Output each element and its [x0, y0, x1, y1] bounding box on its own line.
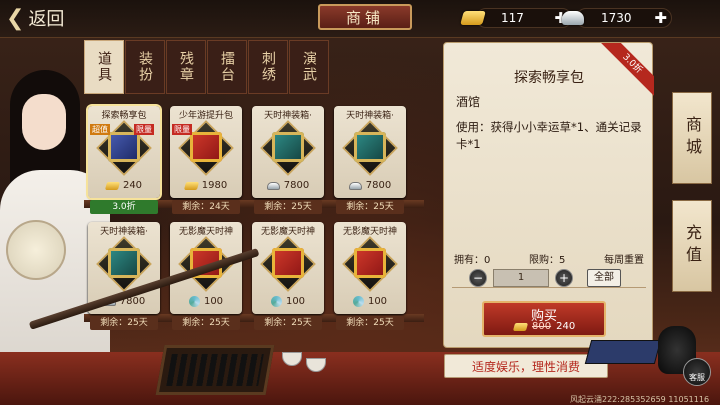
recharge-button[interactable]: 充值	[672, 200, 712, 292]
silver-ingot-icon	[562, 11, 584, 25]
silver-amount: 1730	[601, 11, 632, 25]
item-price: 1980	[201, 180, 228, 191]
purchase-limit: 限购：5	[529, 255, 566, 266]
page-title: 商铺	[318, 4, 412, 30]
item-name: 无影魔天时神	[178, 227, 233, 237]
quantity-stepper: − 1 + 全部	[469, 269, 621, 287]
item-name: 天时神装箱·	[346, 111, 394, 121]
gold-ingot-icon	[104, 181, 121, 190]
remaining-days: 剩余：25天	[254, 200, 322, 214]
silver-ingot-icon	[266, 181, 280, 190]
red-gift-icon	[190, 132, 222, 162]
item-name: 无影魔天时神	[260, 227, 315, 237]
books-decoration	[584, 340, 662, 364]
detail-description: 使用：获得小小幸运草*1、通关记录卡*1	[456, 120, 642, 151]
server-id: 风起云涌222:285352659 11051116	[570, 395, 710, 404]
original-price: 800	[532, 321, 552, 332]
silver-ingot-icon	[348, 181, 362, 190]
detail-title: 探索畅享包	[514, 70, 584, 86]
add-silver-button[interactable]: ✚	[654, 10, 667, 26]
tab-martial[interactable]: 演武	[289, 40, 329, 94]
item-card[interactable]: 无影魔天时神 100 剩余：25天	[252, 222, 324, 334]
shop-city-button[interactable]: 商城	[672, 92, 712, 184]
item-price: 240	[122, 180, 143, 191]
item-price: 100	[285, 296, 306, 307]
item-name: 无影魔天时神	[342, 227, 397, 237]
limited-badge: 限量	[172, 124, 192, 135]
remaining-days: 剩余：25天	[172, 316, 240, 330]
gold-currency: 117 ✚	[460, 6, 572, 30]
back-label: 返回	[28, 9, 65, 30]
jade-gem-icon	[270, 296, 282, 307]
tab-outfits[interactable]: 装扮	[125, 40, 165, 94]
item-name: 天时神装箱·	[264, 111, 312, 121]
item-card[interactable]: 天时神装箱· 7800 剩余：25天	[334, 106, 406, 218]
chevron-left-icon: ❮	[6, 5, 25, 31]
tab-arena[interactable]: 擂台	[207, 40, 247, 94]
gold-chest-icon	[354, 132, 386, 162]
item-card[interactable]: 探索畅享包 超值 限量 240 3.0折	[88, 106, 160, 218]
item-price: 100	[367, 296, 388, 307]
remaining-days: 剩余：25天	[336, 316, 404, 330]
purchase-stats: 拥有：0 限购：5 每周重置	[454, 251, 644, 266]
silver-currency: 1730 ✚	[562, 6, 672, 30]
remaining-days: 剩余：24天	[172, 200, 240, 214]
buy-button[interactable]: 购买 800 240	[482, 301, 606, 337]
gold-amount: 117	[501, 11, 524, 25]
customer-service-button[interactable]: 客服	[683, 358, 711, 386]
quantity-field[interactable]: 1	[493, 269, 549, 287]
back-button[interactable]: ❮ 返回	[6, 5, 64, 31]
owned-count: 拥有：0	[454, 255, 491, 266]
decrease-button[interactable]: −	[469, 269, 487, 287]
gold-ingot-icon	[512, 322, 529, 331]
remaining-days: 剩余：25天	[336, 200, 404, 214]
category-tabs: 道具 装扮 残章 擂台 刺绣 演武	[84, 40, 330, 94]
item-price: 7800	[283, 180, 310, 191]
super-value-badge: 超值	[90, 124, 110, 135]
red-gift-icon	[272, 248, 304, 278]
jade-gem-icon	[188, 296, 200, 307]
item-detail-panel: 3.0折 探索畅享包 酒馆 使用：获得小小幸运草*1、通关记录卡*1 拥有：0 …	[443, 42, 654, 348]
reset-period: 每周重置	[604, 255, 644, 266]
abacus-decoration	[155, 345, 275, 395]
jade-gem-icon	[352, 296, 364, 307]
item-card[interactable]: 无影魔天时神 100 剩余：25天	[334, 222, 406, 334]
buy-all-button[interactable]: 全部	[587, 269, 621, 287]
teal-chest-icon	[108, 248, 140, 278]
red-gift-icon	[354, 248, 386, 278]
tab-embroidery[interactable]: 刺绣	[248, 40, 288, 94]
tab-items[interactable]: 道具	[84, 40, 124, 94]
fan-icon	[6, 220, 66, 280]
tab-fragments[interactable]: 残章	[166, 40, 206, 94]
gold-chest-icon	[272, 132, 304, 162]
slogan-banner: 适度娱乐，理性消费	[444, 354, 608, 378]
limited-badge: 限量	[134, 124, 154, 135]
detail-category: 酒馆	[456, 95, 481, 109]
top-bar: ❮ 返回 商铺 117 ✚ 1730 ✚	[0, 0, 720, 38]
item-name: 少年游提升包	[178, 111, 233, 121]
remaining-days: 剩余：25天	[254, 316, 322, 330]
item-card[interactable]: 天时神装箱· 7800 剩余：25天	[88, 222, 160, 334]
gold-ingot-icon	[183, 181, 199, 190]
item-name: 天时神装箱·	[100, 227, 148, 237]
item-grid: 探索畅享包 超值 限量 240 3.0折 少年游提升包 限量 1980 剩余：2…	[84, 96, 424, 356]
gold-ingot-icon	[460, 11, 486, 25]
increase-button[interactable]: +	[555, 269, 573, 287]
remaining-days: 剩余：25天	[90, 316, 158, 330]
discount-badge: 3.0折	[90, 200, 158, 214]
item-card[interactable]: 少年游提升包 限量 1980 剩余：24天	[170, 106, 242, 218]
item-name: 探索畅享包	[101, 111, 147, 121]
item-price: 7800	[365, 180, 392, 191]
current-price: 240	[556, 321, 576, 332]
item-price: 100	[203, 296, 224, 307]
item-card[interactable]: 天时神装箱· 7800 剩余：25天	[252, 106, 324, 218]
